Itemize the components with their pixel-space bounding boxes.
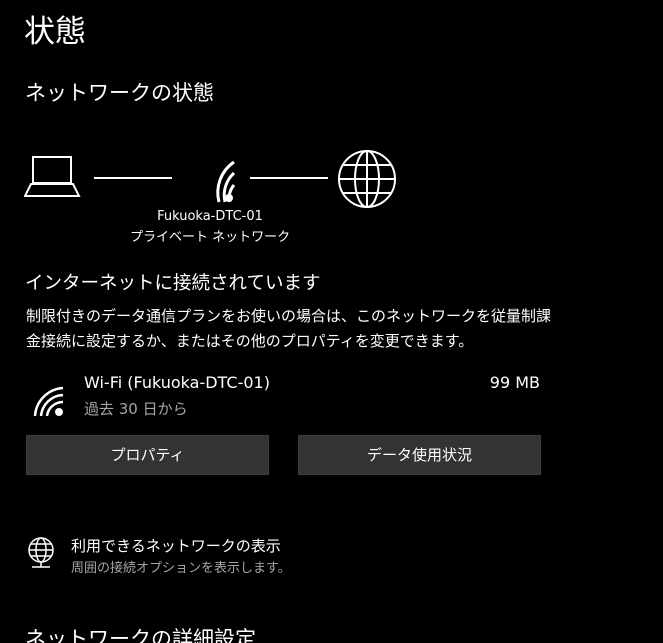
globe-icon (338, 150, 396, 208)
connection-status: インターネットに接続されています (25, 273, 321, 294)
available-networks-subtitle: 周囲の接続オプションを表示します。 (71, 561, 291, 576)
network-diagram (24, 150, 396, 208)
metered-description: 制限付きのデータ通信プランをお使いの場合は、このネットワークを従量制課金接続に設… (26, 307, 552, 350)
page-title: 状態 (24, 14, 86, 50)
network-globe-icon (28, 537, 54, 568)
data-usage-amount: 99 MB (489, 373, 540, 392)
usage-period: 過去 30 日から (84, 400, 188, 418)
connection-name: Wi-Fi (Fukuoka-DTC-01) (84, 373, 270, 392)
network-name: Fukuoka-DTC-01 (157, 209, 263, 224)
properties-button[interactable]: プロパティ (26, 435, 269, 475)
advanced-settings-heading: ネットワークの詳細設定 (25, 627, 256, 643)
available-networks-link[interactable]: 利用できるネットワークの表示 (71, 534, 281, 558)
data-usage-button[interactable]: データ使用状況 (298, 435, 541, 475)
wifi-icon (216, 160, 236, 203)
network-status-heading: ネットワークの状態 (25, 81, 214, 105)
network-type: プライベート ネットワーク (130, 230, 291, 245)
wifi-icon (33, 386, 64, 417)
laptop-icon (24, 156, 81, 197)
